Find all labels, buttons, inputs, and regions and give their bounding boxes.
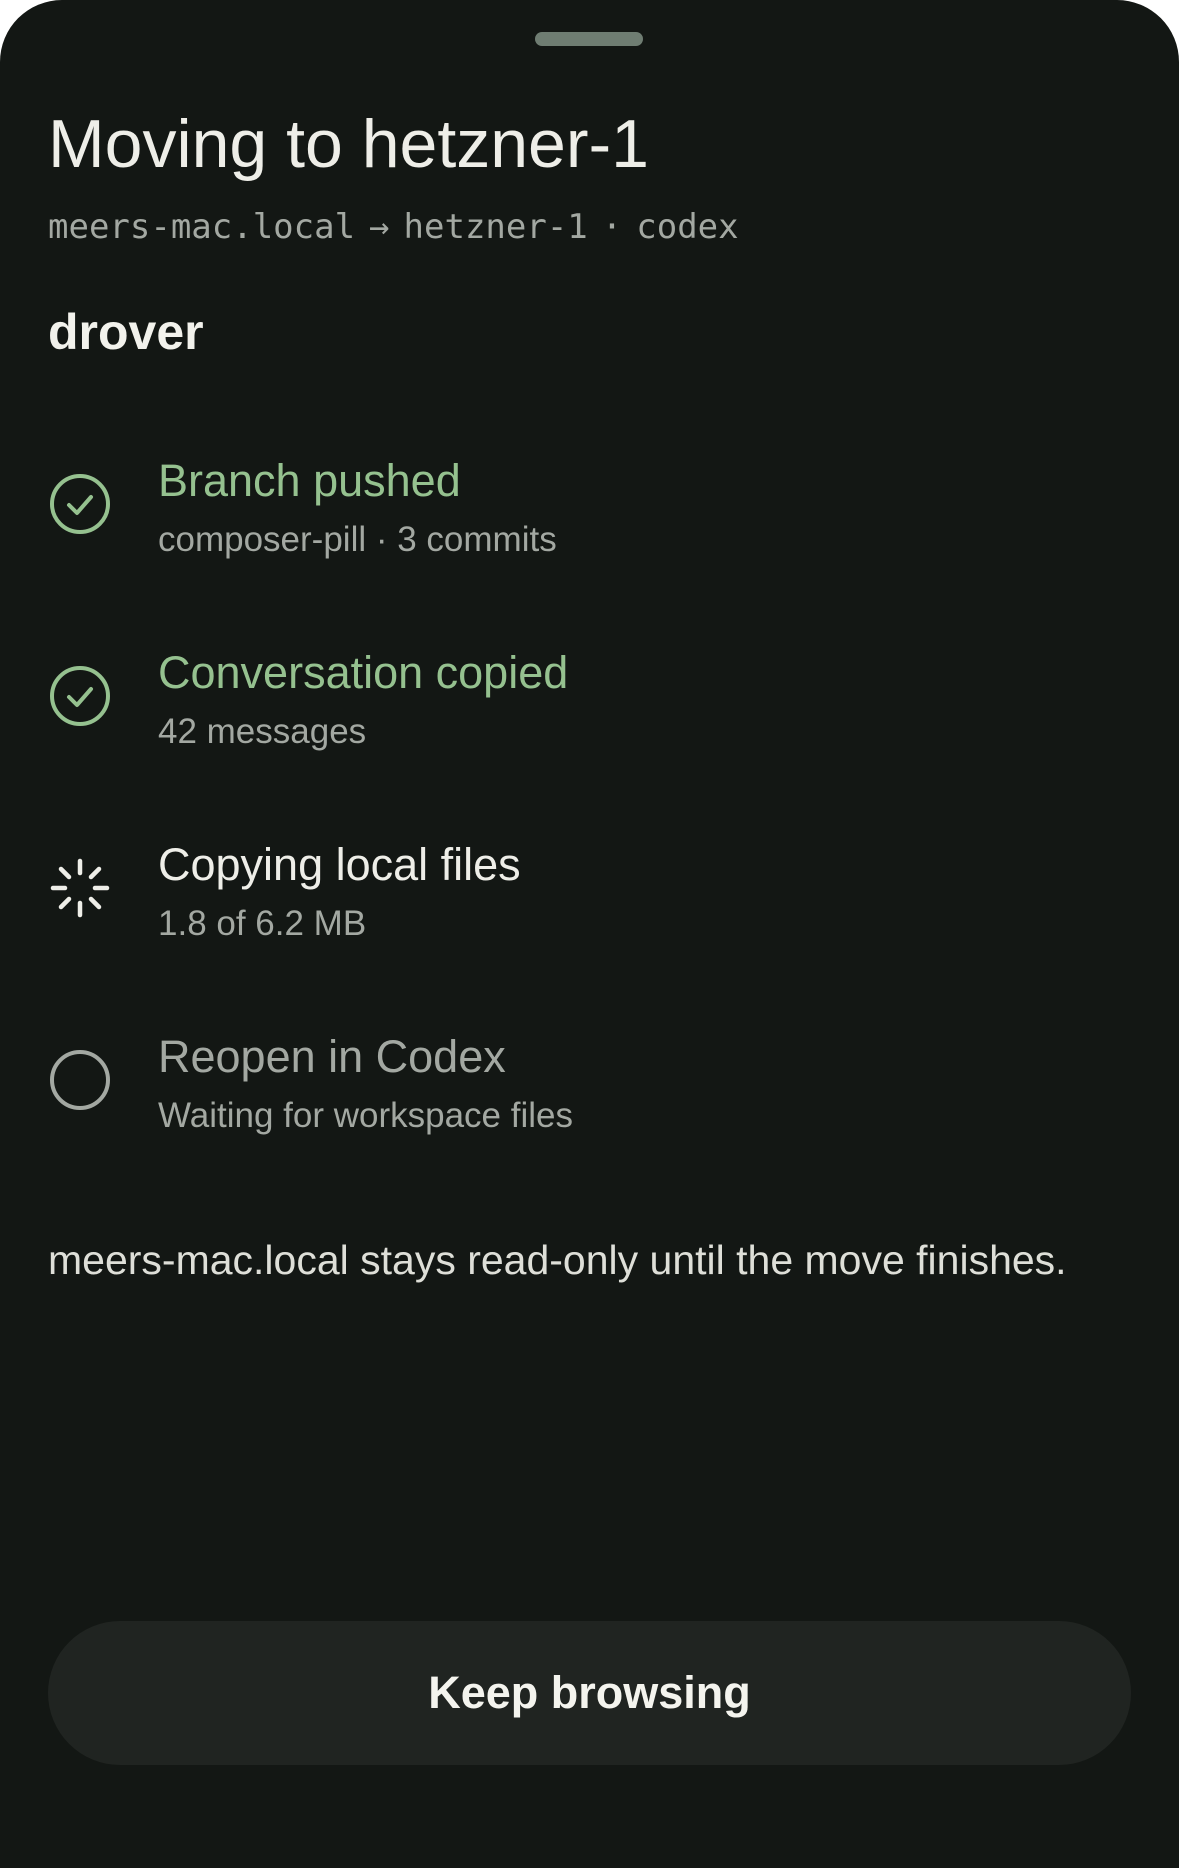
bottom-sheet: Moving to hetzner-1 meers-mac.local → hetz…: [0, 0, 1179, 1868]
step-reopen-in-codex: Reopen in Codex Waiting for workspace fi…: [48, 1030, 1128, 1160]
source-host: meers-mac.local: [48, 207, 356, 247]
read-only-note: meers-mac.local stays read-only until th…: [48, 1237, 1067, 1283]
step-detail: Waiting for workspace files: [158, 1096, 573, 1135]
step-label: Conversation copied: [158, 647, 569, 698]
drag-handle[interactable]: [535, 32, 643, 46]
step-conversation-copied: Conversation copied 42 messages: [48, 646, 1128, 776]
step-label: Reopen in Codex: [158, 1031, 506, 1082]
step-branch-pushed: Branch pushed composer-pill · 3 commits: [48, 454, 1128, 584]
arrow-icon: →: [369, 207, 390, 247]
step-label: Branch pushed: [158, 455, 461, 506]
empty-circle-icon: [50, 1050, 110, 1110]
target-host: hetzner-1: [403, 207, 588, 247]
step-label: Copying local files: [158, 839, 521, 890]
step-copying-local-files: Copying local files 1.8 of 6.2 MB: [48, 838, 1128, 968]
sheet-title: Moving to hetzner-1: [48, 106, 649, 182]
step-detail: composer-pill · 3 commits: [158, 520, 557, 559]
step-detail: 1.8 of 6.2 MB: [158, 904, 367, 943]
check-circle-icon: [50, 474, 110, 534]
agent-name: codex: [636, 207, 739, 247]
project-name: drover: [48, 304, 204, 360]
step-detail: 42 messages: [158, 712, 367, 751]
route-subtitle: meers-mac.local → hetzner-1 · codex: [48, 205, 739, 249]
spinner-icon: [50, 858, 110, 918]
separator-dot: ·: [601, 207, 623, 247]
check-circle-icon: [50, 666, 110, 726]
keep-browsing-button[interactable]: Keep browsing: [48, 1621, 1131, 1765]
